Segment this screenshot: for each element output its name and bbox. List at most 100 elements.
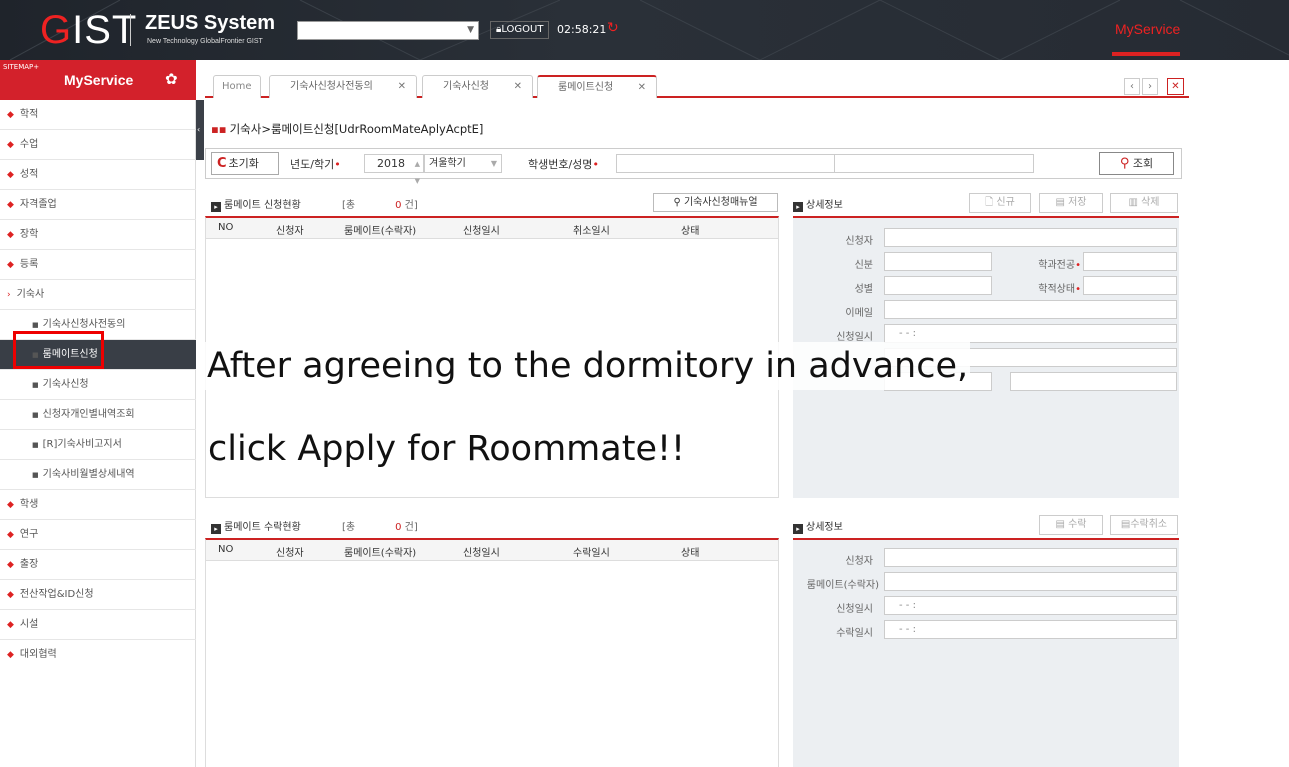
applicant-field[interactable]: [884, 228, 1177, 247]
sidebar-item-grades[interactable]: ◆ 성적: [0, 160, 196, 190]
save-button[interactable]: ▤ 저장: [1039, 193, 1103, 213]
logout-button[interactable]: 🔒︎LOGOUT: [490, 21, 550, 39]
sidebar-subitem-dorm-bill[interactable]: ■ [R]기숙사비고지서: [0, 430, 196, 460]
bullet-icon: ◆: [7, 260, 14, 270]
cancel-accept-icon: ▤: [1120, 519, 1131, 530]
year-stepper[interactable]: 2018 ▲ ▼: [364, 154, 424, 185]
sidebar-header: SITEMAP+ MyService ✿: [0, 60, 196, 100]
sidebar-item-facilities[interactable]: ◆ 시설: [0, 610, 196, 640]
sidebar-item-classes[interactable]: ◆ 수업: [0, 130, 196, 160]
col-header: 취소일시: [573, 226, 610, 237]
close-all-tabs-button[interactable]: ✕: [1167, 78, 1184, 95]
square-bullet-icon: ■: [32, 381, 39, 389]
col-header: 상태: [681, 226, 700, 237]
spinner-icon[interactable]: ▲ ▼: [415, 156, 420, 190]
close-icon[interactable]: ✕: [398, 76, 406, 97]
refresh-icon[interactable]: ↻: [607, 20, 619, 36]
accept-button[interactable]: ▤ 수락: [1039, 515, 1103, 535]
bullet-icon: ◆: [7, 500, 14, 510]
close-icon[interactable]: ✕: [638, 77, 646, 98]
chevron-down-icon: ▼: [467, 25, 474, 35]
square-bullet-icon: ■: [32, 441, 39, 449]
field-label: 룸메이트(수락자): [806, 580, 879, 591]
accept-roommate-field[interactable]: [884, 572, 1177, 591]
tab-roommate-apply[interactable]: 룸메이트신청 ✕: [537, 75, 657, 98]
accept-applicant-field[interactable]: [884, 548, 1177, 567]
student-label: 학생번호/성명•: [528, 158, 599, 171]
field-label: 학과전공•: [1038, 260, 1081, 271]
new-button[interactable]: 🗋︎ 신규: [969, 193, 1031, 213]
section-icon: ▸: [793, 524, 803, 534]
col-header: 신청일시: [463, 226, 500, 237]
field-label: 신청자: [845, 236, 873, 247]
field-label: 이메일: [845, 308, 873, 319]
sidebar-item-academic[interactable]: ◆ 학적: [0, 100, 196, 130]
chevron-left-icon: ‹: [197, 125, 201, 134]
sidebar-subitem-monthly-detail[interactable]: ■ 기숙사비월별상세내역: [0, 460, 196, 490]
sidebar-item-external[interactable]: ◆ 대외협력: [0, 640, 196, 670]
system-title: ZEUS System: [145, 12, 276, 34]
myservice-nav[interactable]: MyService: [1115, 21, 1180, 37]
section-icon: ▸: [211, 524, 221, 534]
chevron-right-icon: ›: [7, 290, 11, 300]
close-icon[interactable]: ✕: [514, 76, 522, 97]
square-bullet-icon: ■: [32, 321, 39, 329]
sidebar-item-business-trip[interactable]: ◆ 출장: [0, 550, 196, 580]
sidebar-item-it-request[interactable]: ◆ 전산작업&ID신청: [0, 580, 196, 610]
student-name-input[interactable]: [834, 154, 1034, 173]
enroll-status-field[interactable]: [1083, 276, 1177, 295]
search-button[interactable]: ⚲ 조회: [1099, 152, 1174, 175]
sidebar-collapse-handle[interactable]: ‹: [196, 100, 204, 160]
gear-icon[interactable]: ✿: [165, 70, 178, 88]
dorm-manual-button[interactable]: ⚲ 기숙사신청매뉴얼: [653, 193, 778, 212]
sidebar-subitem-dorm-apply[interactable]: ■ 기숙사신청: [0, 370, 196, 400]
sidebar-item-research[interactable]: ◆ 연구: [0, 520, 196, 550]
accept-section-title: ▸ 룸메이트 수락현황: [211, 518, 301, 534]
accept-date-field[interactable]: - - :: [884, 620, 1177, 639]
sidebar-item-student[interactable]: ◆ 학생: [0, 490, 196, 520]
bullet-icon: ◆: [7, 230, 14, 240]
email-field[interactable]: [884, 300, 1177, 319]
field-label: 신청일시: [836, 332, 873, 343]
tab-bar: Home 기숙사신청사전동의 ✕ 기숙사신청 ✕ 룸메이트신청 ✕ ‹ › ✕: [205, 68, 1189, 98]
gender-field[interactable]: [884, 276, 992, 295]
sidebar-item-scholarship[interactable]: ◆ 장학: [0, 220, 196, 250]
sitemap-link[interactable]: SITEMAP+: [3, 63, 39, 71]
apply-date-field[interactable]: - - :: [884, 324, 1177, 343]
sidebar-item-dormitory[interactable]: › 기숙사: [0, 280, 196, 310]
term-select[interactable]: 겨울학기 ▼: [424, 154, 502, 173]
highlight-box: [13, 331, 104, 369]
tab-home[interactable]: Home: [213, 75, 261, 98]
bullet-icon: ◆: [7, 170, 14, 180]
sidebar-item-registration[interactable]: ◆ 등록: [0, 250, 196, 280]
delete-button[interactable]: ▥ 삭제: [1110, 193, 1178, 213]
new-doc-icon: 🗋︎: [985, 197, 994, 208]
col-header: 상태: [681, 548, 700, 559]
col-header: 신청일시: [463, 548, 500, 559]
sidebar-subitem-applicant-history[interactable]: ■ 신청자개인별내역조회: [0, 400, 196, 430]
logo-divider: [130, 14, 131, 46]
tab-prev-button[interactable]: ‹: [1124, 78, 1140, 95]
header-select[interactable]: ▼: [297, 21, 479, 40]
status-type-field[interactable]: [884, 252, 992, 271]
tab-next-button[interactable]: ›: [1142, 78, 1158, 95]
col-header: 수락일시: [573, 548, 610, 559]
chevron-down-icon: ▼: [490, 159, 497, 168]
refresh-icon: C: [217, 156, 227, 171]
student-id-input[interactable]: [616, 154, 835, 173]
dept-field[interactable]: [1083, 252, 1177, 271]
reset-button[interactable]: C 초기화: [211, 152, 279, 175]
accept-detail-panel: 신청자 룸메이트(수락자) 신청일시 - - : 수락일시 - - :: [793, 538, 1179, 767]
sidebar-item-graduation[interactable]: ◆ 자격졸업: [0, 190, 196, 220]
col-header: 신청자: [276, 548, 304, 559]
save-icon: ▤: [1055, 197, 1065, 208]
tab-dorm-preconsent[interactable]: 기숙사신청사전동의 ✕: [269, 75, 417, 98]
tab-dorm-apply[interactable]: 기숙사신청 ✕: [422, 75, 533, 98]
cancel-accept-button[interactable]: ▤수락취소: [1110, 515, 1178, 535]
myservice-active-indicator: [1112, 52, 1180, 56]
col-header: NO: [218, 222, 234, 233]
section-icon: ▸: [793, 202, 803, 212]
accept-apply-date-field[interactable]: - - :: [884, 596, 1177, 615]
roommate-name-field[interactable]: [1010, 372, 1177, 391]
search-icon: ⚲: [673, 197, 681, 208]
